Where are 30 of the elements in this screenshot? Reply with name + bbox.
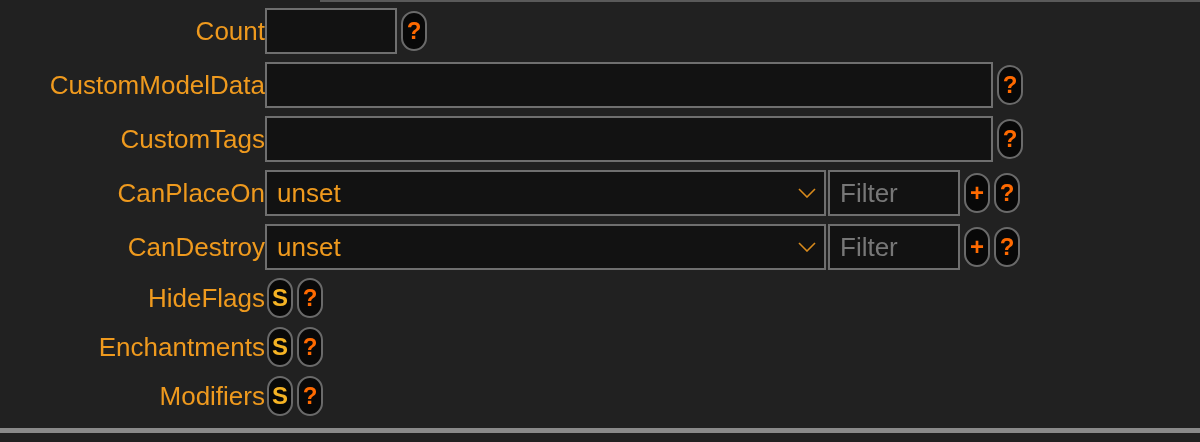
field-label: CanDestroy bbox=[126, 231, 265, 263]
help-button[interactable]: ? bbox=[997, 119, 1023, 159]
field-label: CustomTags bbox=[119, 123, 265, 155]
open-button[interactable]: S bbox=[267, 278, 293, 318]
field-label: Enchantments bbox=[97, 331, 265, 363]
filter-field[interactable]: Filter bbox=[828, 170, 960, 216]
input-field[interactable] bbox=[265, 8, 397, 54]
help-button[interactable]: ? bbox=[994, 173, 1020, 213]
dropdown[interactable]: unset bbox=[265, 170, 826, 216]
add-button[interactable]: + bbox=[964, 173, 990, 213]
help-button[interactable]: ? bbox=[297, 376, 323, 416]
chevron-down-icon bbox=[798, 242, 816, 252]
filter-field[interactable]: Filter bbox=[828, 224, 960, 270]
open-button[interactable]: S bbox=[267, 327, 293, 367]
input-field[interactable] bbox=[265, 62, 993, 108]
help-button[interactable]: ? bbox=[297, 327, 323, 367]
help-button[interactable]: ? bbox=[297, 278, 323, 318]
field-label: Count bbox=[194, 15, 265, 47]
help-button[interactable]: ? bbox=[997, 65, 1023, 105]
chevron-down-icon bbox=[798, 188, 816, 198]
help-button[interactable]: ? bbox=[401, 11, 427, 51]
add-button[interactable]: + bbox=[964, 227, 990, 267]
field-label: CustomModelData bbox=[48, 69, 265, 101]
open-button[interactable]: S bbox=[267, 376, 293, 416]
help-button[interactable]: ? bbox=[994, 227, 1020, 267]
field-label: Modifiers bbox=[158, 380, 265, 412]
field-label: HideFlags bbox=[146, 282, 265, 314]
input-field[interactable] bbox=[265, 116, 993, 162]
field-label: CanPlaceOn bbox=[116, 177, 265, 209]
dropdown[interactable]: unset bbox=[265, 224, 826, 270]
